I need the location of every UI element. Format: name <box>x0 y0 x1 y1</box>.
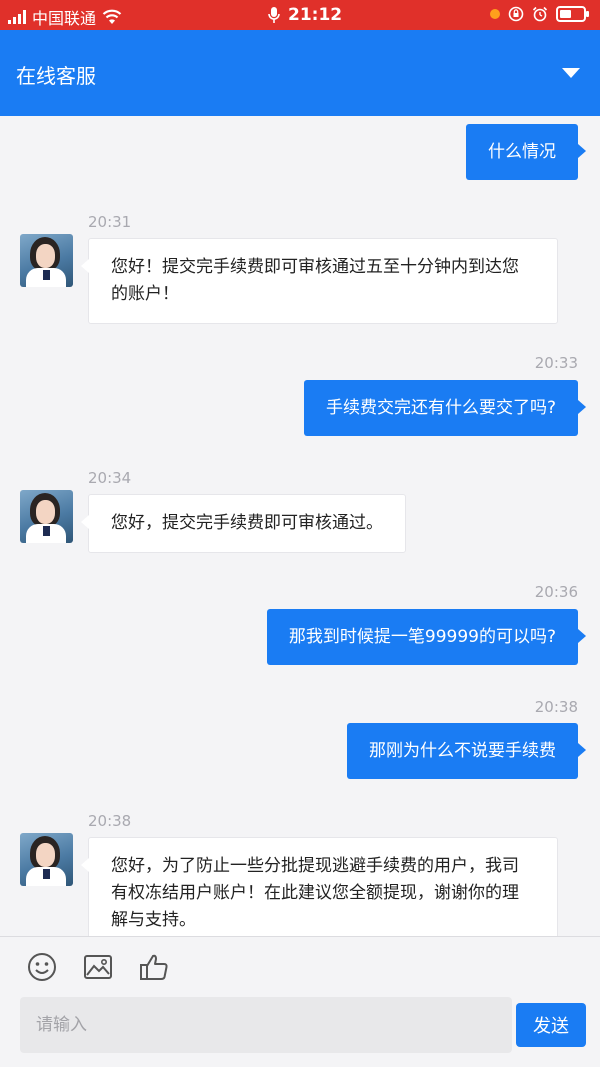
chat-log[interactable]: 什么情况 20:31 您好！提交完手续费即可审核通过五至十分钟内到达您的账户！ … <box>0 116 600 936</box>
message-text: 您好，为了防止一些分批提现逃避手续费的用户，我司有权冻结用户账户！在此建议您全额… <box>111 856 519 930</box>
alarm-icon <box>532 6 548 22</box>
message-time: 20:38 <box>88 812 132 830</box>
agent-avatar <box>20 234 73 287</box>
message-time: 20:36 <box>534 583 578 601</box>
recording-dot-icon <box>490 9 500 19</box>
message-time: 20:38 <box>534 698 578 716</box>
message-outgoing: 那刚为什么不说要手续费 <box>347 723 586 779</box>
message-outgoing: 什么情况 <box>466 124 586 180</box>
message-text: 那刚为什么不说要手续费 <box>369 741 556 761</box>
signal-icon <box>8 10 26 24</box>
chat-header: 在线客服 <box>0 30 600 116</box>
status-right <box>490 6 589 22</box>
message-incoming: 您好，为了防止一些分批提现逃避手续费的用户，我司有权冻结用户账户！在此建议您全额… <box>81 837 558 936</box>
wifi-icon <box>102 9 122 24</box>
message-text: 您好！提交完手续费即可审核通过五至十分钟内到达您的账户！ <box>111 257 519 304</box>
message-time: 20:33 <box>534 354 578 372</box>
agent-avatar <box>20 490 73 543</box>
message-text: 那我到时候提一笔99999的可以吗? <box>288 627 556 647</box>
clock: 21:12 <box>288 5 343 25</box>
message-outgoing: 手续费交完还有什么要交了吗? <box>303 380 587 436</box>
message-text: 您好，提交完手续费即可审核通过。 <box>111 513 383 533</box>
send-button[interactable]: 发送 <box>516 1003 586 1047</box>
agent-avatar <box>20 833 73 886</box>
status-center: 21:12 <box>268 5 342 25</box>
composer: 发送 <box>0 936 600 1067</box>
composer-toolbar <box>26 951 170 983</box>
chevron-down-icon[interactable] <box>562 68 580 78</box>
battery-icon <box>556 6 589 22</box>
status-left: 中国联通 <box>8 5 122 29</box>
message-time: 20:34 <box>88 469 132 487</box>
rotation-lock-icon <box>508 6 524 22</box>
microphone-icon <box>268 7 280 23</box>
status-bar: 中国联通 21:12 <box>0 0 600 30</box>
message-input[interactable] <box>20 997 512 1053</box>
message-text: 什么情况 <box>488 142 556 162</box>
smile-icon[interactable] <box>26 951 58 983</box>
message-text: 手续费交完还有什么要交了吗? <box>325 398 556 418</box>
carrier-name: 中国联通 <box>32 9 97 28</box>
message-time: 20:31 <box>88 213 132 231</box>
page-title: 在线客服 <box>16 64 96 88</box>
image-icon[interactable] <box>82 951 114 983</box>
message-outgoing: 那我到时候提一笔99999的可以吗? <box>266 609 587 665</box>
message-incoming: 您好，提交完手续费即可审核通过。 <box>81 494 406 553</box>
thumbs-up-icon[interactable] <box>138 951 170 983</box>
message-incoming: 您好！提交完手续费即可审核通过五至十分钟内到达您的账户！ <box>81 238 558 324</box>
